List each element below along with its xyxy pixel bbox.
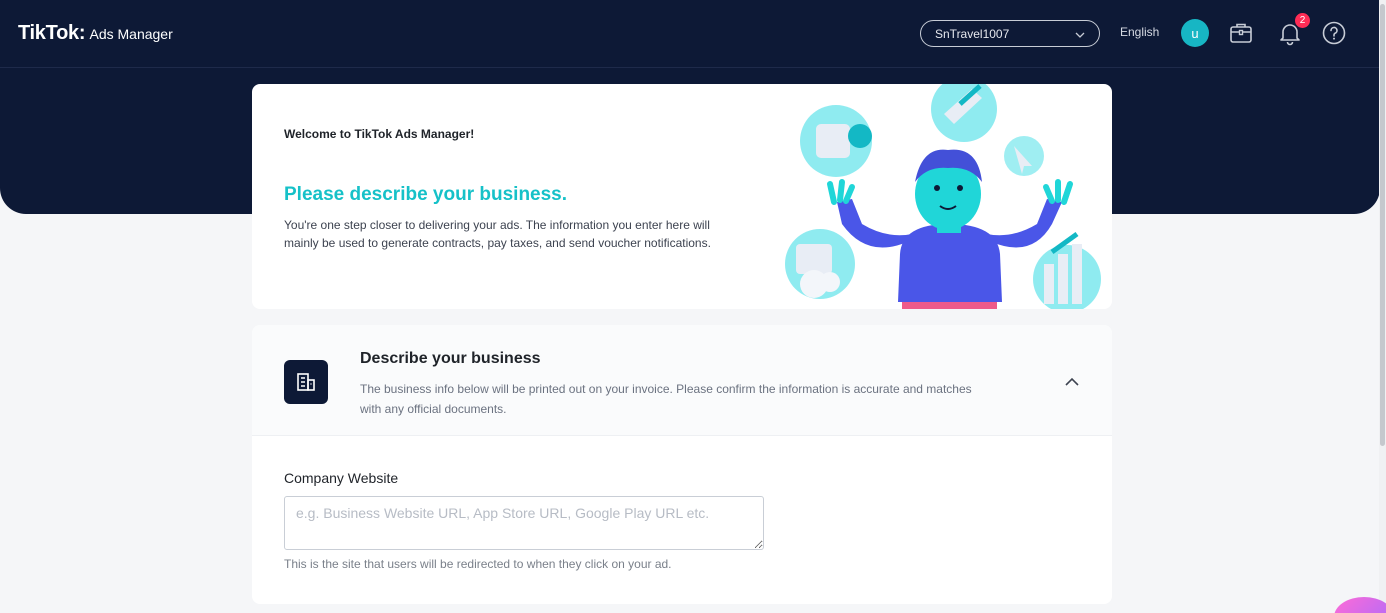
chevron-down-icon (1075, 27, 1085, 41)
notification-count: 2 (1299, 15, 1306, 26)
company-website-help: This is the site that users will be redi… (284, 557, 672, 571)
avatar-initial: u (1191, 25, 1199, 41)
welcome-illustration (785, 84, 1101, 309)
business-section-description: The business info below will be printed … (360, 382, 972, 416)
notification-badge: 2 (1295, 13, 1310, 28)
language-switcher[interactable]: English (1120, 25, 1159, 39)
help-icon[interactable] (1321, 20, 1347, 46)
business-section-header[interactable]: Describe your business The business info… (252, 325, 1112, 436)
account-name: SnTravel1007 (935, 26, 1010, 41)
account-selector[interactable]: SnTravel1007 (920, 20, 1100, 47)
logo-colon: : (78, 22, 86, 44)
chat-widget-button[interactable] (1334, 597, 1386, 613)
company-website-label: Company Website (284, 470, 399, 486)
welcome-heading: Please describe your business. (284, 184, 568, 205)
building-icon (284, 360, 328, 404)
describe-business-card: Describe your business The business info… (252, 325, 1112, 604)
logo-product: Ads Manager (89, 26, 173, 42)
avatar[interactable]: u (1181, 19, 1209, 47)
tiktok-ads-manager-logo[interactable]: TikTok : Ads Manager (18, 22, 173, 45)
welcome-title: Welcome to TikTok Ads Manager! (284, 127, 475, 141)
top-navigation-bar: TikTok : Ads Manager SnTravel1007 Englis… (0, 0, 1386, 68)
scrollbar-thumb[interactable] (1380, 4, 1385, 446)
welcome-description: You're one step closer to delivering you… (284, 218, 711, 250)
business-section-title: Describe your business (360, 350, 541, 367)
chevron-up-icon[interactable] (1060, 373, 1084, 391)
company-website-input[interactable] (284, 496, 764, 550)
logo-brand: TikTok (18, 22, 79, 44)
welcome-card: Welcome to TikTok Ads Manager! Please de… (252, 84, 1112, 309)
briefcase-icon[interactable] (1228, 20, 1254, 46)
